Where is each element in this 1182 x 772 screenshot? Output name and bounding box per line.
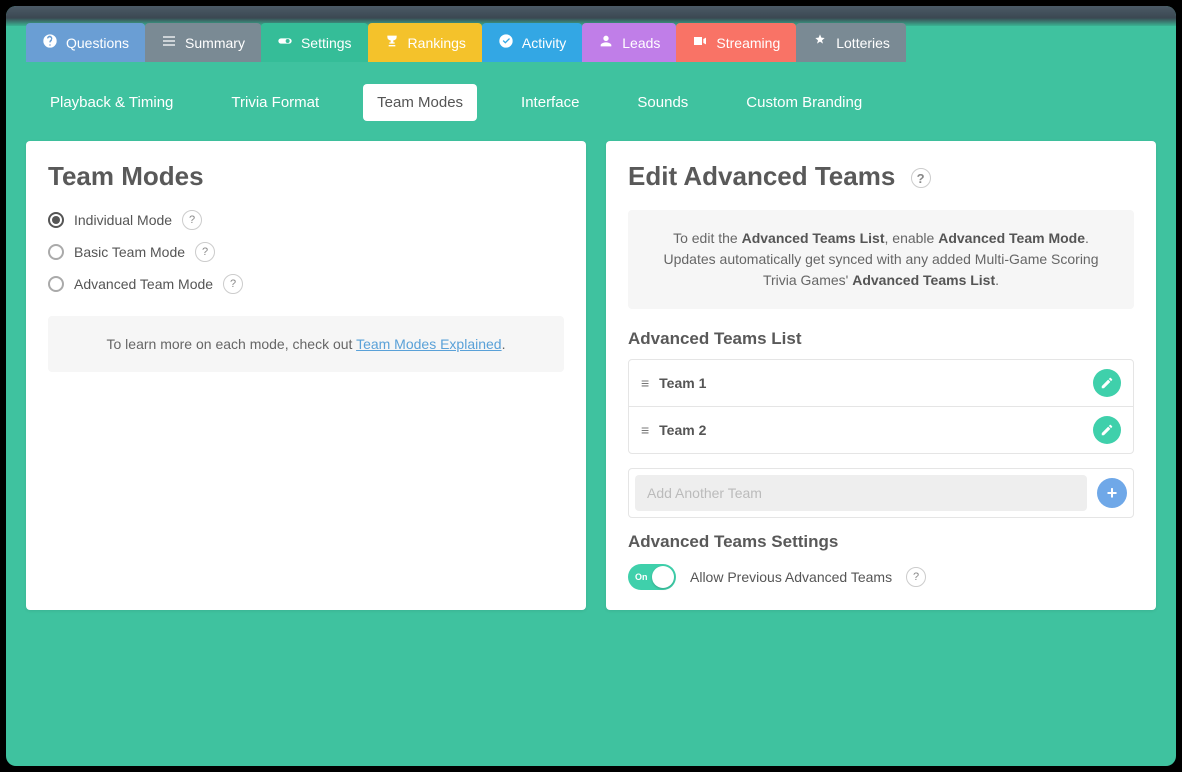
notice-bold: Advanced Teams List: [742, 230, 885, 246]
tab-streaming[interactable]: Streaming: [676, 23, 796, 62]
team-row: ≡ Team 2: [629, 406, 1133, 453]
toggle-icon: [277, 33, 293, 52]
notice-bold: Advanced Team Mode: [938, 230, 1085, 246]
tab-activity[interactable]: Activity: [482, 23, 582, 62]
team-row: ≡ Team 1: [629, 360, 1133, 406]
allow-previous-toggle[interactable]: On: [628, 564, 676, 590]
subtab-interface[interactable]: Interface: [507, 84, 593, 121]
team-name: Team 2: [659, 422, 706, 438]
tab-label: Rankings: [408, 35, 466, 51]
mode-basic-row: Basic Team Mode ?: [48, 242, 564, 262]
trophy-icon: [384, 33, 400, 52]
list-icon: [161, 33, 177, 52]
mode-label: Basic Team Mode: [74, 244, 185, 260]
settings-subtabs: Playback & Timing Trivia Format Team Mod…: [6, 62, 1176, 141]
radio-dot-icon: [52, 216, 60, 224]
subtab-sounds[interactable]: Sounds: [623, 84, 702, 121]
tab-label: Lotteries: [836, 35, 890, 51]
tab-questions[interactable]: Questions: [26, 23, 145, 62]
drag-handle-icon[interactable]: ≡: [641, 375, 649, 391]
tab-label: Questions: [66, 35, 129, 51]
toggle-state-label: On: [635, 572, 648, 582]
help-icon[interactable]: ?: [182, 210, 202, 230]
info-box: To learn more on each mode, check out Te…: [48, 316, 564, 372]
mode-label: Advanced Team Mode: [74, 276, 213, 292]
mode-advanced-row: Advanced Team Mode ?: [48, 274, 564, 294]
team-modes-title: Team Modes: [48, 161, 564, 192]
tab-label: Summary: [185, 35, 245, 51]
add-team-input[interactable]: [635, 475, 1087, 511]
teams-list-heading: Advanced Teams List: [628, 329, 1134, 349]
advanced-settings-heading: Advanced Teams Settings: [628, 532, 1134, 552]
help-icon[interactable]: ?: [195, 242, 215, 262]
tab-label: Settings: [301, 35, 352, 51]
check-circle-icon: [498, 33, 514, 52]
tab-lotteries[interactable]: Lotteries: [796, 23, 906, 62]
tab-rankings[interactable]: Rankings: [368, 23, 482, 62]
pencil-icon: [1100, 376, 1114, 390]
subtab-format[interactable]: Trivia Format: [217, 84, 333, 121]
help-icon[interactable]: ?: [223, 274, 243, 294]
tab-label: Streaming: [716, 35, 780, 51]
mode-individual-row: Individual Mode ?: [48, 210, 564, 230]
tab-leads[interactable]: Leads: [582, 23, 676, 62]
tab-summary[interactable]: Summary: [145, 23, 261, 62]
help-icon[interactable]: ?: [906, 567, 926, 587]
notice-bold: Advanced Teams List: [852, 272, 995, 288]
edit-team-button[interactable]: [1093, 369, 1121, 397]
radio-individual[interactable]: [48, 212, 64, 228]
team-name: Team 1: [659, 375, 706, 391]
primary-tabbar: Questions Summary Settings Rankings Acti…: [6, 23, 1176, 62]
subtab-team-modes[interactable]: Team Modes: [363, 84, 477, 121]
add-team-button[interactable]: +: [1097, 478, 1127, 508]
allow-previous-row: On Allow Previous Advanced Teams ?: [628, 564, 1134, 590]
teams-list: ≡ Team 1 ≡ Team 2: [628, 359, 1134, 454]
question-icon: [42, 33, 58, 52]
add-team-row: +: [628, 468, 1134, 518]
subtab-branding[interactable]: Custom Branding: [732, 84, 876, 121]
star-burst-icon: [812, 33, 828, 52]
team-modes-card: Team Modes Individual Mode ? Basic Team …: [26, 141, 586, 610]
info-link[interactable]: Team Modes Explained: [356, 336, 502, 352]
user-icon: [598, 33, 614, 52]
tab-settings[interactable]: Settings: [261, 23, 368, 62]
radio-basic[interactable]: [48, 244, 64, 260]
tab-label: Leads: [622, 35, 660, 51]
title-text: Edit Advanced Teams: [628, 161, 895, 191]
mode-label: Individual Mode: [74, 212, 172, 228]
edit-advanced-teams-title: Edit Advanced Teams ?: [628, 161, 1134, 192]
notice-text: , enable: [885, 230, 939, 246]
info-text: To learn more on each mode, check out: [107, 336, 357, 352]
content-area: Team Modes Individual Mode ? Basic Team …: [6, 141, 1176, 630]
radio-advanced[interactable]: [48, 276, 64, 292]
video-icon: [692, 33, 708, 52]
notice-text: To edit the: [673, 230, 742, 246]
edit-advanced-teams-card: Edit Advanced Teams ? To edit the Advanc…: [606, 141, 1156, 610]
notice-box: To edit the Advanced Teams List, enable …: [628, 210, 1134, 309]
subtab-playback[interactable]: Playback & Timing: [36, 84, 187, 121]
edit-team-button[interactable]: [1093, 416, 1121, 444]
app-window: Questions Summary Settings Rankings Acti…: [6, 6, 1176, 766]
drag-handle-icon[interactable]: ≡: [641, 422, 649, 438]
toggle-label: Allow Previous Advanced Teams: [690, 569, 892, 585]
tab-label: Activity: [522, 35, 566, 51]
plus-icon: +: [1107, 483, 1118, 504]
notice-text: .: [995, 272, 999, 288]
help-icon[interactable]: ?: [911, 168, 931, 188]
info-period: .: [502, 336, 506, 352]
toggle-knob-icon: [652, 566, 674, 588]
pencil-icon: [1100, 423, 1114, 437]
